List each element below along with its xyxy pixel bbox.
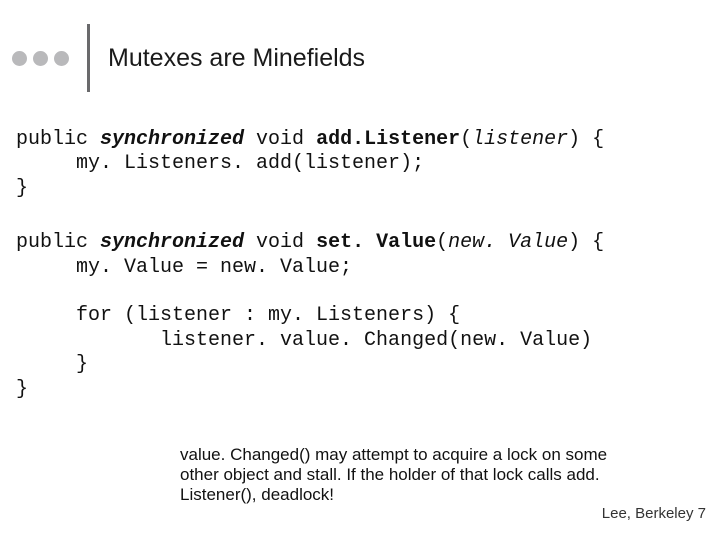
explanatory-note: value. Changed() may attempt to acquire … (180, 445, 640, 505)
code-text: ( (436, 231, 448, 254)
param: listener (472, 128, 568, 151)
code-text: ) { (568, 231, 604, 254)
code-text: void (244, 231, 316, 254)
slide-title: Mutexes are Minefields (108, 44, 365, 73)
code-text: public (16, 231, 100, 254)
keyword-synchronized: synchronized (100, 231, 244, 254)
code-block-2: public synchronized void set. Value(new.… (0, 231, 720, 402)
param: new. Value (448, 231, 568, 254)
code-text: } (16, 353, 88, 376)
method-name: add.Listener (316, 128, 460, 151)
vertical-divider (87, 24, 90, 92)
code-text: my. Listeners. add(listener); (16, 152, 424, 175)
dot-icon (33, 51, 48, 66)
slide-footer: Lee, Berkeley 7 (602, 505, 706, 522)
keyword-synchronized: synchronized (100, 128, 244, 151)
slide-header: Mutexes are Minefields (0, 0, 720, 92)
code-block-1: public synchronized void add.Listener(li… (0, 128, 720, 201)
code-text (16, 280, 28, 303)
code-text: ( (460, 128, 472, 151)
code-text: ) { (568, 128, 604, 151)
code-text: void (244, 128, 316, 151)
method-name: set. Value (316, 231, 436, 254)
decorative-dots (12, 51, 69, 66)
dot-icon (12, 51, 27, 66)
code-text: } (16, 177, 28, 200)
code-text: public (16, 128, 100, 151)
code-text: } (16, 378, 28, 401)
code-text: my. Value = new. Value; (16, 256, 352, 279)
code-text: listener. value. Changed(new. Value) (16, 329, 592, 352)
code-text: for (listener : my. Listeners) { (16, 304, 460, 327)
dot-icon (54, 51, 69, 66)
